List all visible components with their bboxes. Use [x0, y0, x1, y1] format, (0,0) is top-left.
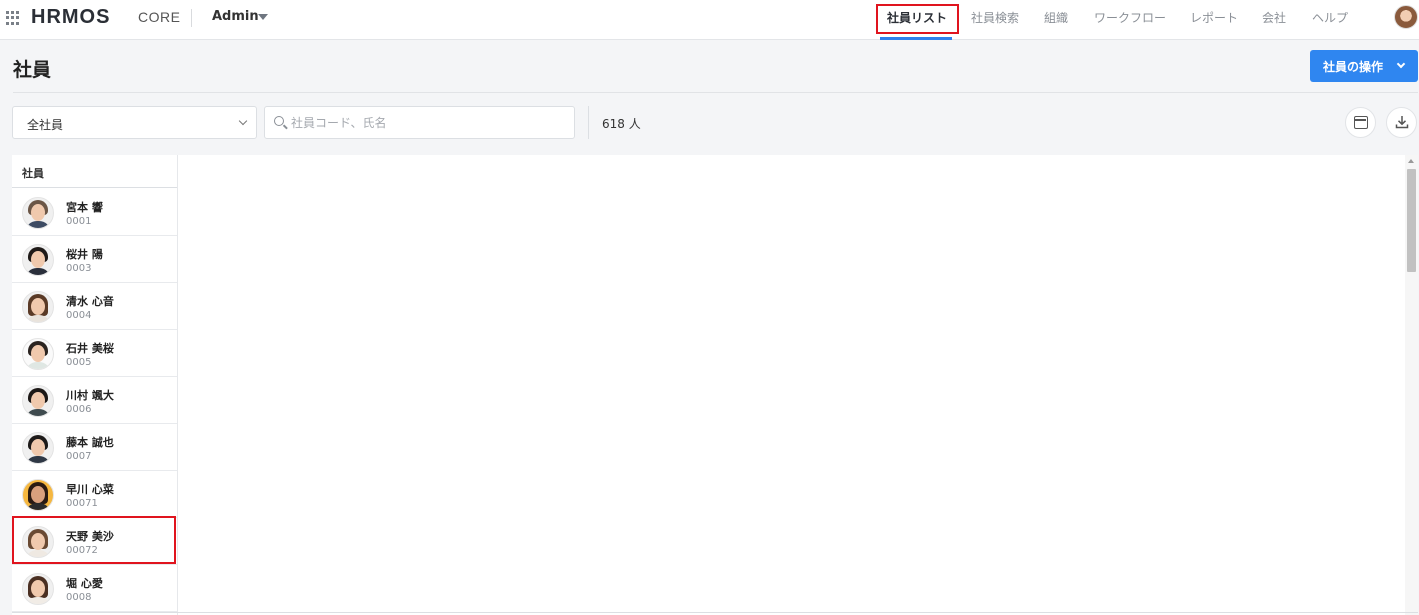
- employee-code: 0003: [66, 263, 92, 274]
- employee-name: 清水 心音: [66, 295, 114, 308]
- user-avatar[interactable]: [1394, 5, 1418, 29]
- table-row[interactable]: 早川 心菜 00071: [12, 471, 177, 518]
- employee-name: 桜井 陽: [66, 248, 103, 261]
- employee-code: 0004: [66, 310, 92, 321]
- nav-organization[interactable]: 組織: [1044, 9, 1068, 26]
- download-icon: [1395, 116, 1409, 129]
- caret-down-icon[interactable]: [258, 14, 268, 20]
- employee-name: 宮本 響: [66, 201, 103, 214]
- vertical-scrollbar[interactable]: [1405, 155, 1418, 615]
- table-row[interactable]: 川村 颯大 0006: [12, 377, 177, 424]
- employee-avatar: [22, 291, 54, 323]
- employee-avatar: [22, 197, 54, 229]
- employee-name: 石井 美桜: [66, 342, 114, 355]
- employee-avatar: [22, 479, 54, 511]
- nav-report[interactable]: レポート: [1190, 9, 1238, 26]
- header-divider: [13, 92, 1418, 93]
- employee-name: 川村 颯大: [66, 389, 114, 402]
- table-bottom-border: [12, 612, 1418, 613]
- scrollbar-thumb[interactable]: [1407, 169, 1416, 272]
- top-bar: HRMOS CORE Admin 社員リスト 社員検索 組織 ワークフロー レポ…: [0, 0, 1419, 40]
- table-row[interactable]: 堀 心愛 0008: [12, 565, 177, 612]
- page-title: 社員: [13, 59, 52, 81]
- app-grid-icon[interactable]: [6, 11, 20, 25]
- table-row[interactable]: 宮本 響 0001: [12, 189, 177, 236]
- topbar-divider: [191, 9, 192, 27]
- download-button[interactable]: [1386, 107, 1417, 138]
- employee-avatar: [22, 432, 54, 464]
- employee-count: 618 人: [602, 117, 641, 131]
- scope-select-value: 全社員: [27, 118, 64, 132]
- table-row[interactable]: 藤本 誠也 0007: [12, 424, 177, 471]
- nav-help[interactable]: ヘルプ: [1312, 9, 1348, 26]
- employee-actions-button[interactable]: 社員の操作: [1310, 50, 1418, 82]
- search-input[interactable]: [291, 113, 561, 133]
- employee-name: 早川 心菜: [66, 483, 114, 496]
- search-icon: [274, 116, 284, 126]
- nav-employee-list[interactable]: 社員リスト: [887, 9, 947, 26]
- selected-row-highlight: [12, 516, 176, 564]
- employee-avatar: [22, 338, 54, 370]
- chevron-down-icon: [1396, 59, 1406, 69]
- table-row[interactable]: 桜井 陽 0003: [12, 236, 177, 283]
- employee-actions-label: 社員の操作: [1323, 59, 1384, 74]
- column-header-employee[interactable]: 社員: [12, 155, 177, 188]
- nav-company[interactable]: 会社: [1262, 9, 1286, 26]
- nav-active-underline: [880, 37, 952, 40]
- app-logo-sub: CORE: [138, 9, 181, 25]
- filter-divider: [588, 106, 589, 139]
- employee-avatar: [22, 573, 54, 605]
- employee-code: 0008: [66, 592, 92, 603]
- nav-employee-search[interactable]: 社員検索: [971, 9, 1019, 26]
- employee-name: 堀 心愛: [66, 577, 103, 590]
- table-row[interactable]: 石井 美桜 0005: [12, 330, 177, 377]
- chevron-down-icon: [238, 116, 248, 126]
- employee-code: 0001: [66, 216, 92, 227]
- employee-code: 0005: [66, 357, 92, 368]
- employee-avatar: [22, 244, 54, 276]
- search-box[interactable]: [264, 106, 575, 139]
- app-logo[interactable]: HRMOS: [31, 6, 110, 29]
- role-switcher[interactable]: Admin: [212, 9, 259, 24]
- employee-table-panel: [12, 155, 1418, 615]
- nav-workflow[interactable]: ワークフロー: [1094, 9, 1166, 26]
- scope-select[interactable]: 全社員: [12, 106, 257, 139]
- calendar-icon: [1354, 116, 1368, 129]
- table-row[interactable]: 清水 心音 0004: [12, 283, 177, 330]
- employee-code: 0006: [66, 404, 92, 415]
- employee-code: 0007: [66, 451, 92, 462]
- employee-name: 藤本 誠也: [66, 436, 114, 449]
- scroll-up-icon[interactable]: [1408, 159, 1414, 163]
- employee-avatar: [22, 385, 54, 417]
- employee-code: 00071: [66, 498, 98, 509]
- calendar-button[interactable]: [1345, 107, 1376, 138]
